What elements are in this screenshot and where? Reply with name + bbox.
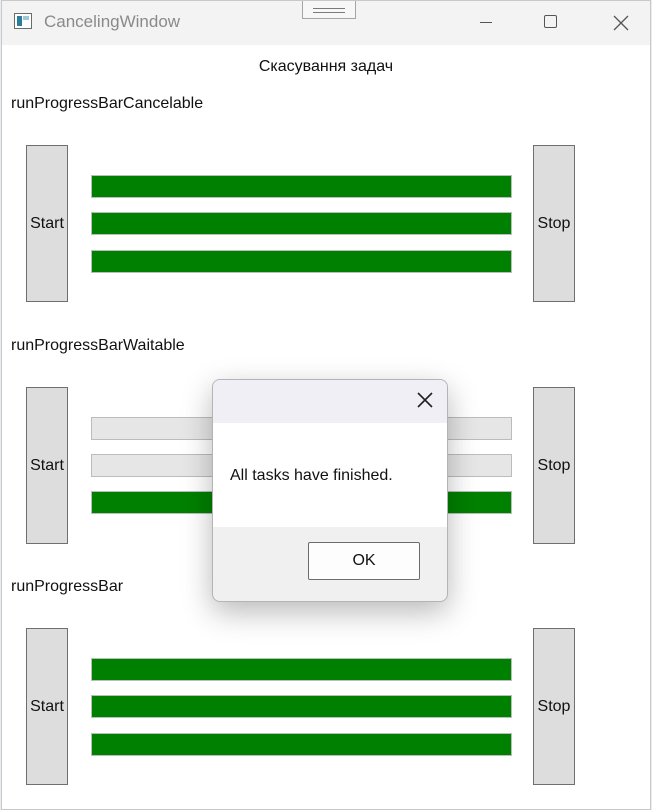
stop-button-progressbar[interactable]: Stop	[533, 628, 575, 785]
close-icon[interactable]	[415, 390, 435, 410]
page-heading: Скасування задач	[258, 58, 394, 75]
progress-bar-cancelable-3	[91, 250, 512, 273]
progress-bar-cancelable-2	[91, 212, 512, 235]
message-dialog: All tasks have finished. OK	[212, 379, 448, 602]
section-label-progressbar: runProgressBar	[11, 578, 124, 595]
start-button-cancelable[interactable]: Start	[26, 145, 68, 302]
app-window-icon	[14, 13, 32, 29]
ok-button[interactable]: OK	[308, 542, 420, 580]
window-close-button[interactable]	[586, 1, 652, 45]
dialog-body: All tasks have finished.	[213, 423, 447, 527]
progress-bar-plain-1	[91, 658, 512, 681]
minimize-icon	[480, 22, 492, 23]
section-label-waitable: runProgressBarWaitable	[11, 337, 185, 354]
start-button-waitable[interactable]: Start	[26, 387, 68, 544]
drag-grip-icon[interactable]	[302, 1, 356, 19]
maximize-button[interactable]	[516, 1, 586, 45]
progress-bar-plain-3	[91, 733, 512, 756]
progress-bar-plain-2	[91, 695, 512, 718]
progress-bar-cancelable-1	[91, 175, 512, 198]
dialog-title-bar[interactable]	[213, 380, 447, 423]
stop-button-waitable[interactable]: Stop	[533, 387, 575, 544]
title-bar[interactable]: CancelingWindow	[2, 1, 650, 45]
maximize-icon	[544, 15, 557, 28]
start-button-progressbar[interactable]: Start	[26, 628, 68, 785]
stop-button-cancelable[interactable]: Stop	[533, 145, 575, 302]
section-label-cancelable: runProgressBarCancelable	[11, 95, 204, 112]
dialog-message: All tasks have finished.	[230, 467, 393, 484]
close-icon	[613, 15, 629, 31]
window-title: CancelingWindow	[44, 12, 181, 31]
minimize-button[interactable]	[450, 1, 520, 45]
